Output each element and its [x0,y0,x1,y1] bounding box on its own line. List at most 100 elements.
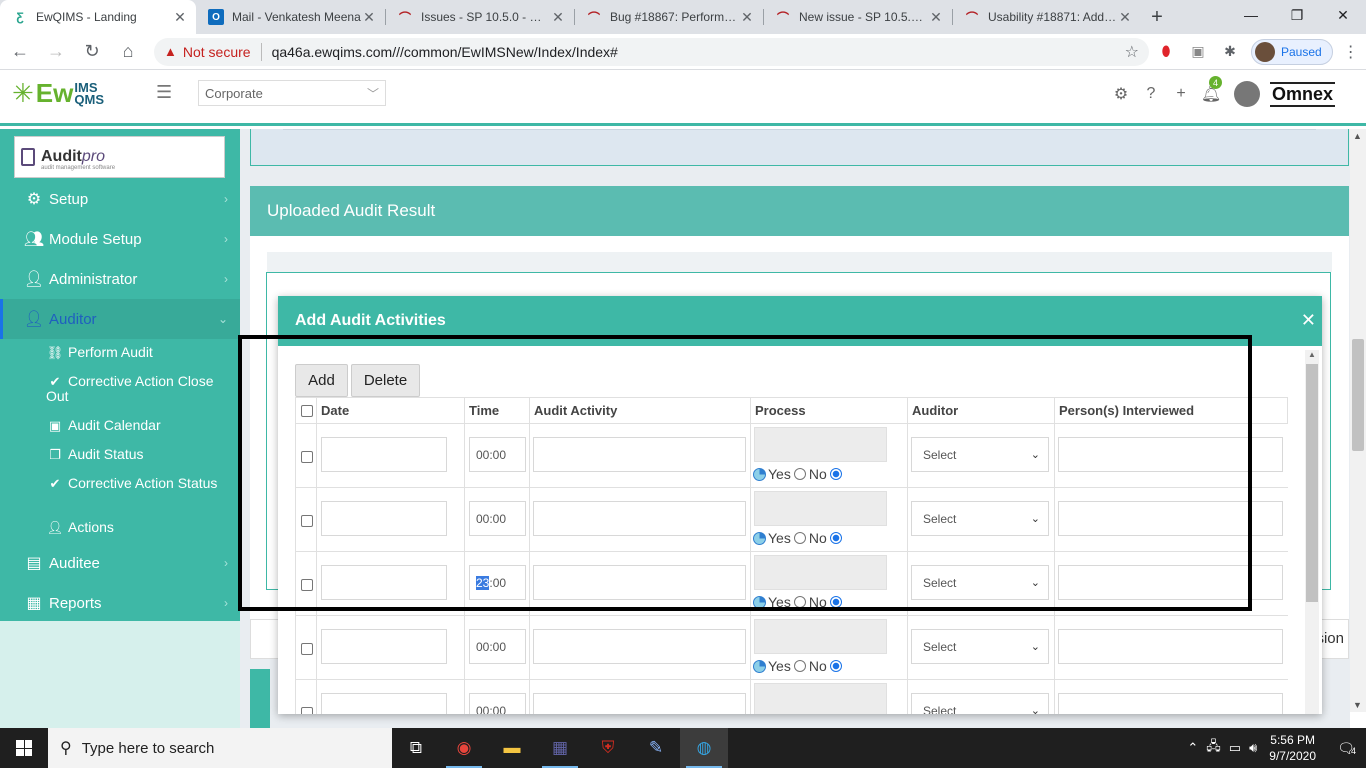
browser-tab-bug[interactable]: ⌒ Bug #18867: Perform au ✕ [574,0,763,34]
profile-button[interactable]: Paused [1251,38,1333,65]
help-icon[interactable]: ? [1136,80,1166,108]
time-input[interactable]: 23:00 [469,565,526,600]
new-tab-button[interactable]: + [1141,0,1173,34]
close-window-icon[interactable]: ✕ [1320,0,1366,30]
sidebar-item-setup[interactable]: ⚙ Setup › [0,179,240,219]
select-all-checkbox[interactable] [301,405,313,417]
date-input[interactable] [321,693,447,714]
persons-interviewed-input[interactable] [1058,565,1283,600]
row-checkbox[interactable] [301,707,313,714]
sidebar-item-module-setup[interactable]: 👥︎ Module Setup › [0,219,240,259]
sidebar-item-auditee[interactable]: ▤ Auditee › [0,543,240,583]
row-checkbox[interactable] [301,643,313,655]
process-field[interactable] [754,427,887,462]
yes-radio[interactable] [793,660,806,672]
add-plus-icon[interactable]: + [1166,80,1196,108]
close-tab-icon[interactable]: ✕ [739,9,755,26]
persons-interviewed-input[interactable] [1058,693,1283,714]
browser-tab-issues[interactable]: ⌒ Issues - SP 10.5.0 - OMN ✕ [385,0,574,34]
settings-gear-icon[interactable]: ⚙ [1106,80,1136,108]
close-tab-icon[interactable]: ✕ [550,9,566,26]
restore-icon[interactable]: ❐ [1274,0,1320,30]
date-input[interactable] [321,437,447,472]
tray-chevron-up-icon[interactable]: ⌃ [1187,740,1198,756]
browser-tab-new-issue[interactable]: ⌒ New issue - SP 10.5.0 - C ✕ [763,0,952,34]
minimize-icon[interactable]: — [1228,0,1274,30]
notification-bell-icon[interactable]: 🔔︎ 4 [1196,76,1226,108]
audit-activity-input[interactable] [533,437,746,472]
no-radio[interactable] [829,596,842,608]
edge-taskbar-icon[interactable]: ◍ [680,728,728,768]
sidebar-subitem-audit-calendar[interactable]: ▣ Audit Calendar [46,418,236,434]
row-checkbox[interactable] [301,515,313,527]
no-radio[interactable] [829,660,842,672]
browser-tab-ewqims[interactable]: Ƹ EwQIMS - Landing ✕ [0,0,196,34]
modal-scrollbar-thumb[interactable] [1306,364,1318,602]
sidebar-subitem-perform-audit[interactable]: ⛓ Perform Audit [46,345,236,361]
battery-icon[interactable]: ▭ [1229,740,1241,756]
home-icon[interactable]: ⌂ [112,36,144,68]
user-avatar[interactable] [1234,81,1260,107]
audit-activity-input[interactable] [533,629,746,664]
scroll-down-icon[interactable]: ▼ [1353,700,1362,710]
network-icon[interactable]: 🖧︎ [1206,737,1221,759]
page-scrollbar-thumb[interactable] [1352,339,1364,451]
process-field[interactable] [754,619,887,654]
time-input[interactable]: 00:00 [469,437,526,472]
process-field[interactable] [754,683,887,714]
teams-taskbar-icon[interactable]: ▦ [536,728,584,768]
scroll-up-icon[interactable]: ▲ [1353,131,1362,141]
organization-select[interactable]: Corporate ﹀ [198,80,386,106]
reload-icon[interactable]: ↻ [76,36,108,68]
browser-menu-icon[interactable]: ⋮ [1343,42,1359,62]
modal-scrollbar[interactable]: ▲ [1305,350,1319,714]
yes-radio[interactable] [793,468,806,480]
row-checkbox[interactable] [301,451,313,463]
row-checkbox[interactable] [301,579,313,591]
time-input[interactable]: 00:00 [469,693,526,714]
file-explorer-icon[interactable]: ▬ [488,728,536,768]
close-tab-icon[interactable]: ✕ [172,9,188,26]
add-button[interactable]: Add [295,364,348,397]
scroll-up-icon[interactable]: ▲ [1308,350,1316,359]
sidebar-subitem-corrective-action-close-out[interactable]: ✔ Corrective Action Close Out [46,374,236,404]
browser-tab-usability[interactable]: ⌒ Usability #18871: Add au ✕ [952,0,1141,34]
close-icon[interactable]: ✕ [1301,310,1316,331]
close-tab-icon[interactable]: ✕ [928,9,944,26]
taskbar-search[interactable]: ⚲ Type here to search [48,728,392,768]
persons-interviewed-input[interactable] [1058,437,1283,472]
page-scrollbar[interactable]: ▲ ▼ [1350,129,1366,712]
address-bar[interactable]: ▲ Not secure qa46a.ewqims.com///common/E… [154,37,1149,66]
date-input[interactable] [321,629,447,664]
date-input[interactable] [321,501,447,536]
sidebar-subitem-actions[interactable]: 👤︎ Actions [46,520,236,536]
paint-app-icon[interactable]: ✎ [632,728,680,768]
sidebar-item-administrator[interactable]: 👤︎ Administrator › [0,259,240,299]
audit-activity-input[interactable] [533,693,746,714]
url-text[interactable]: qa46a.ewqims.com///common/EwIMSNew/Index… [272,44,1125,60]
persons-interviewed-input[interactable] [1058,501,1283,536]
puzzle-extensions-icon[interactable]: ✱ [1215,37,1245,67]
volume-icon[interactable]: 🔊︎ [1249,740,1257,756]
forward-icon[interactable]: → [40,36,72,68]
extension-icon[interactable]: ▣ [1183,37,1213,67]
auditor-select[interactable]: Select ⌄ [911,629,1049,664]
back-icon[interactable]: ← [4,36,36,68]
yes-radio[interactable] [793,596,806,608]
no-radio[interactable] [829,468,842,480]
auditor-select[interactable]: Select ⌄ [911,501,1049,536]
sidebar-item-auditor[interactable]: 👤︎ Auditor ⌄ [0,299,240,339]
hamburger-menu-icon[interactable]: ☰ [156,82,172,103]
close-tab-icon[interactable]: ✕ [361,9,377,26]
date-input[interactable] [321,565,447,600]
opera-extension-icon[interactable]: ⬮ [1151,37,1181,67]
task-view-icon[interactable]: ⧉ [392,728,440,768]
chrome-taskbar-icon[interactable]: ◉ [440,728,488,768]
audit-activity-input[interactable] [533,565,746,600]
auditor-select[interactable]: Select ⌄ [911,565,1049,600]
no-radio[interactable] [829,532,842,544]
bookmark-star-icon[interactable]: ☆ [1125,42,1139,62]
sidebar-subitem-audit-status[interactable]: ❐ Audit Status [46,447,236,463]
process-field[interactable] [754,555,887,590]
persons-interviewed-input[interactable] [1058,629,1283,664]
